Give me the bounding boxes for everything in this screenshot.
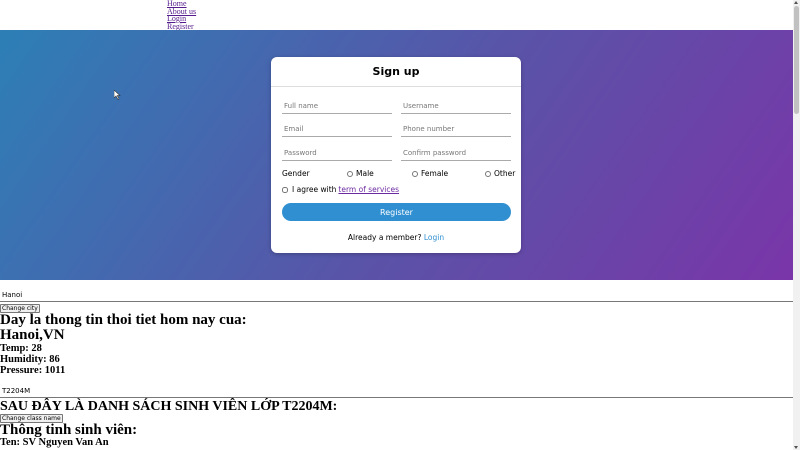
gender-female-radio[interactable] bbox=[412, 170, 418, 177]
terms-link[interactable]: term of services bbox=[338, 185, 399, 194]
gender-male-radio[interactable] bbox=[347, 170, 353, 177]
password-input[interactable] bbox=[282, 145, 392, 161]
gender-label: Gender bbox=[282, 169, 310, 178]
gender-other-radio[interactable] bbox=[485, 170, 491, 177]
nav-link-register[interactable]: Register bbox=[167, 22, 196, 31]
gender-female-label: Female bbox=[421, 169, 449, 178]
signup-card: Sign up Gender Male Female Other I agree… bbox=[271, 57, 521, 253]
fullname-input[interactable] bbox=[282, 98, 392, 114]
weather-humidity: Humidity: 86 bbox=[0, 354, 60, 365]
student-name: Ten: SV Nguyen Van An bbox=[0, 437, 109, 448]
weather-location: Hanoi,VN bbox=[0, 327, 65, 343]
username-input[interactable] bbox=[401, 98, 511, 114]
terms-checkbox[interactable] bbox=[282, 186, 288, 193]
gender-other-label: Other bbox=[494, 169, 516, 178]
students-heading: SAU ĐÂY LÀ DANH SÁCH SINH VIÊN LỚP T2204… bbox=[0, 399, 338, 414]
agree-text: I agree with bbox=[292, 185, 337, 194]
member-text: Already a member? bbox=[347, 233, 422, 242]
terms-agreement: I agree with term of services bbox=[282, 185, 399, 194]
gender-male-label: Male bbox=[356, 169, 374, 178]
signup-title: Sign up bbox=[271, 57, 521, 87]
class-name-input[interactable] bbox=[0, 385, 793, 398]
scroll-down-icon[interactable] bbox=[794, 446, 798, 449]
page-scrollbar[interactable] bbox=[793, 0, 800, 450]
scroll-up-icon[interactable] bbox=[794, 1, 798, 4]
weather-pressure: Pressure: 1011 bbox=[0, 365, 66, 376]
gender-option-female[interactable]: Female bbox=[412, 169, 448, 178]
top-nav: Home About us Login Register bbox=[167, 0, 196, 30]
city-input[interactable] bbox=[0, 289, 793, 302]
member-prompt: Already a member? Login bbox=[271, 233, 521, 242]
gender-option-other[interactable]: Other bbox=[485, 169, 515, 178]
confirm-password-input[interactable] bbox=[401, 145, 511, 161]
phone-input[interactable] bbox=[401, 121, 511, 137]
login-link[interactable]: Login bbox=[424, 233, 444, 242]
register-button[interactable]: Register bbox=[282, 203, 511, 221]
gender-option-male[interactable]: Male bbox=[347, 169, 374, 178]
email-input[interactable] bbox=[282, 121, 392, 137]
scrollbar-thumb[interactable] bbox=[794, 6, 799, 114]
weather-temp: Temp: 28 bbox=[0, 343, 42, 354]
